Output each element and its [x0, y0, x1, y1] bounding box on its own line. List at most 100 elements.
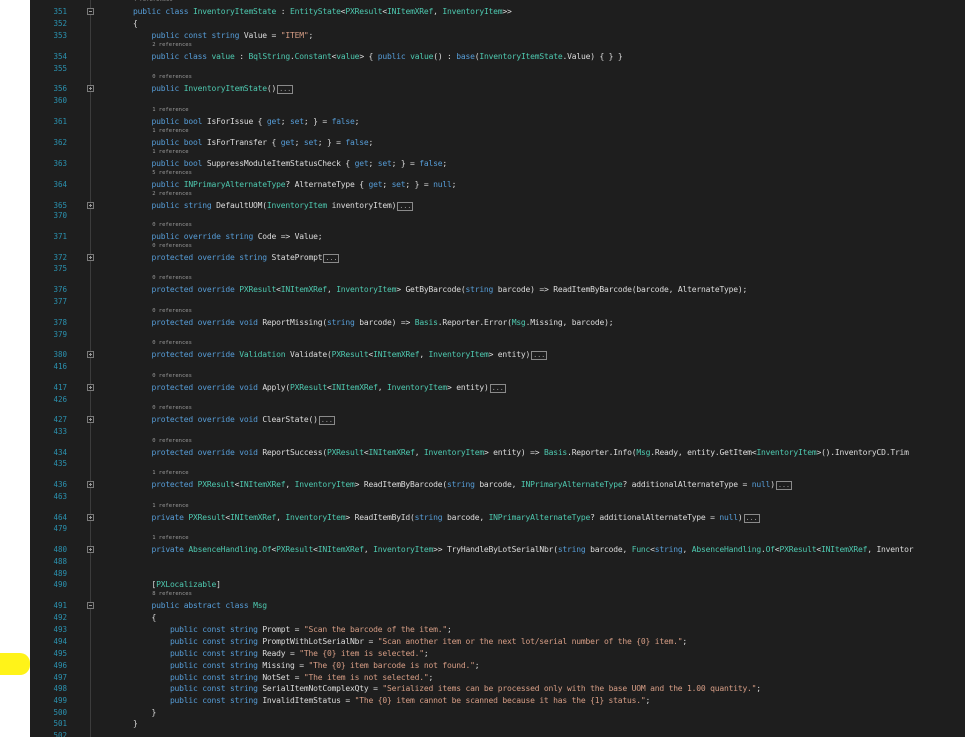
line-number: 380 [53, 350, 67, 359]
code-line: public const string Ready = "The {0} ite… [169, 649, 429, 658]
line-number: 479 [53, 524, 67, 533]
line-number: 372 [53, 253, 67, 262]
line-number: 365 [53, 201, 67, 210]
codelens-references[interactable]: 0 references [152, 438, 192, 445]
collapsed-region[interactable]: ... [743, 514, 760, 523]
code-line: protected override Validation Validate(P… [151, 350, 548, 360]
expand-icon[interactable] [87, 546, 94, 553]
codelens-references[interactable]: 0 references [152, 74, 192, 81]
collapsed-region[interactable]: ... [318, 416, 335, 425]
expand-icon[interactable] [87, 85, 94, 92]
line-number: 379 [53, 330, 67, 339]
line-number: 417 [53, 383, 67, 392]
code-line: public string DefaultUOM(InventoryItem i… [151, 201, 414, 211]
line-number: 436 [53, 480, 67, 489]
code-line: public bool IsForIssue { get; set; } = f… [151, 117, 360, 126]
line-number: 493 [53, 625, 67, 634]
codelens-references[interactable]: 1 reference [152, 149, 188, 156]
codelens-references[interactable]: 0 references [152, 340, 192, 347]
collapsed-region[interactable]: ... [323, 254, 340, 263]
codelens-references[interactable]: 4 references [133, 0, 173, 4]
code-line: public const string InvalidItemStatus = … [169, 696, 651, 705]
codelens-references[interactable]: 2 references [152, 42, 192, 49]
line-number: 500 [53, 708, 67, 717]
code-line: public bool SuppressModuleItemStatusChec… [151, 159, 448, 168]
codelens-references[interactable]: 0 references [152, 308, 192, 315]
collapsed-region[interactable]: ... [489, 384, 506, 393]
codelens-references[interactable]: 0 references [152, 222, 192, 229]
line-number: 351 [53, 7, 67, 16]
expand-icon[interactable] [87, 254, 94, 261]
line-number: 416 [53, 362, 67, 371]
line-number: 352 [53, 19, 67, 28]
expand-icon[interactable] [87, 481, 94, 488]
line-number: 363 [53, 159, 67, 168]
code-line: public const string NotSet = "The item i… [169, 673, 434, 682]
codelens-references[interactable]: 0 references [152, 243, 192, 250]
codelens-references[interactable]: 1 reference [152, 503, 188, 510]
codelens-references[interactable]: 1 reference [152, 107, 188, 114]
codelens-references[interactable]: 1 reference [152, 535, 188, 542]
code-line: protected override void ReportMissing(st… [151, 318, 614, 327]
line-number: 502 [53, 731, 67, 737]
code-line: public INPrimaryAlternateType? Alternate… [151, 180, 457, 189]
line-number: 356 [53, 84, 67, 93]
line-number: 364 [53, 180, 67, 189]
line-number: 433 [53, 427, 67, 436]
line-number: 434 [53, 448, 67, 457]
expand-icon[interactable] [87, 514, 94, 521]
line-number: 427 [53, 415, 67, 424]
code-line: private AbsenceHandling.Of<PXResult<INIt… [151, 545, 914, 554]
collapse-icon[interactable] [87, 602, 94, 609]
codelens-references[interactable]: 1 reference [152, 470, 188, 477]
code-line: protected override void Apply(PXResult<I… [151, 383, 506, 393]
line-number: 496 [53, 661, 67, 670]
codelens-references[interactable]: 2 references [152, 191, 192, 198]
codelens-references[interactable]: 0 references [152, 275, 192, 282]
line-number: 375 [53, 264, 67, 273]
code-line: public class InventoryItemState : Entity… [133, 7, 512, 16]
code-editor[interactable]: 351 4 references public class InventoryIte… [30, 0, 965, 737]
code-line: { [133, 19, 138, 28]
line-number: 361 [53, 117, 67, 126]
code-line: public const string Prompt = "Scan the b… [169, 625, 452, 634]
codelens-references[interactable]: 0 references [152, 373, 192, 380]
line-number: 489 [53, 569, 67, 578]
codelens-references[interactable]: 1 reference [152, 128, 188, 135]
line-number: 501 [53, 719, 67, 728]
code-line: public InventoryItemState()... [151, 84, 294, 94]
collapsed-region[interactable]: ... [277, 85, 294, 94]
codelens-references[interactable]: 8 references [152, 591, 192, 598]
code-line: private PXResult<INItemXRef, InventoryIt… [151, 513, 760, 523]
line-number: 353 [53, 31, 67, 40]
code-line: } [133, 719, 138, 728]
line-number: 376 [53, 285, 67, 294]
line-number: 360 [53, 96, 67, 105]
line-number: 377 [53, 297, 67, 306]
line-number: 370 [53, 211, 67, 220]
line-number: 463 [53, 492, 67, 501]
line-number: 490 [53, 580, 67, 589]
line-number: 498 [53, 684, 67, 693]
code-line: public bool IsForTransfer { get; set; } … [151, 138, 374, 147]
collapsed-region[interactable]: ... [531, 351, 548, 360]
expand-icon[interactable] [87, 416, 94, 423]
code-line: { [133, 613, 157, 622]
line-number: 488 [53, 557, 67, 566]
code-line: [PXLocalizable] [133, 580, 221, 589]
codelens-references[interactable]: 5 references [152, 170, 192, 177]
codelens-references[interactable]: 0 references [152, 405, 192, 412]
code-line: public const string Value = "ITEM"; [151, 31, 314, 40]
collapse-icon[interactable] [87, 8, 94, 15]
code-line: public override string Code => Value; [151, 232, 323, 241]
expand-icon[interactable] [87, 351, 94, 358]
line-number: 435 [53, 459, 67, 468]
line-number: 491 [53, 601, 67, 610]
collapsed-region[interactable]: ... [775, 481, 792, 490]
expand-icon[interactable] [87, 384, 94, 391]
code-line: public const string SerialItemNotComplex… [169, 684, 761, 693]
code-line: protected override PXResult<INItemXRef, … [151, 285, 748, 294]
collapsed-region[interactable]: ... [397, 202, 414, 211]
expand-icon[interactable] [87, 202, 94, 209]
code-line: protected override void ReportSuccess(PX… [151, 448, 909, 457]
